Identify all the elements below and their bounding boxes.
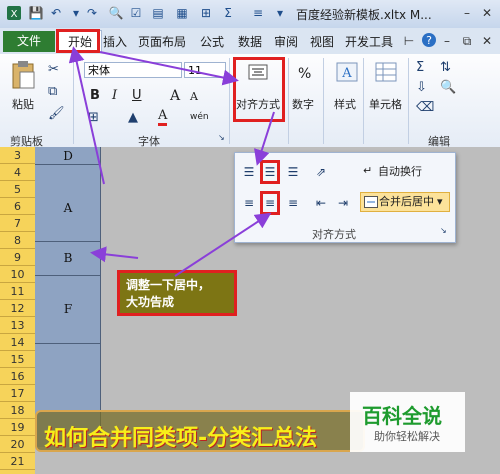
banner-text: 如何合并同类项-分类汇总法: [44, 426, 318, 451]
watermark-title: 百科全说: [362, 404, 442, 428]
watermark-subtitle: 助你轻松解决: [374, 430, 440, 443]
